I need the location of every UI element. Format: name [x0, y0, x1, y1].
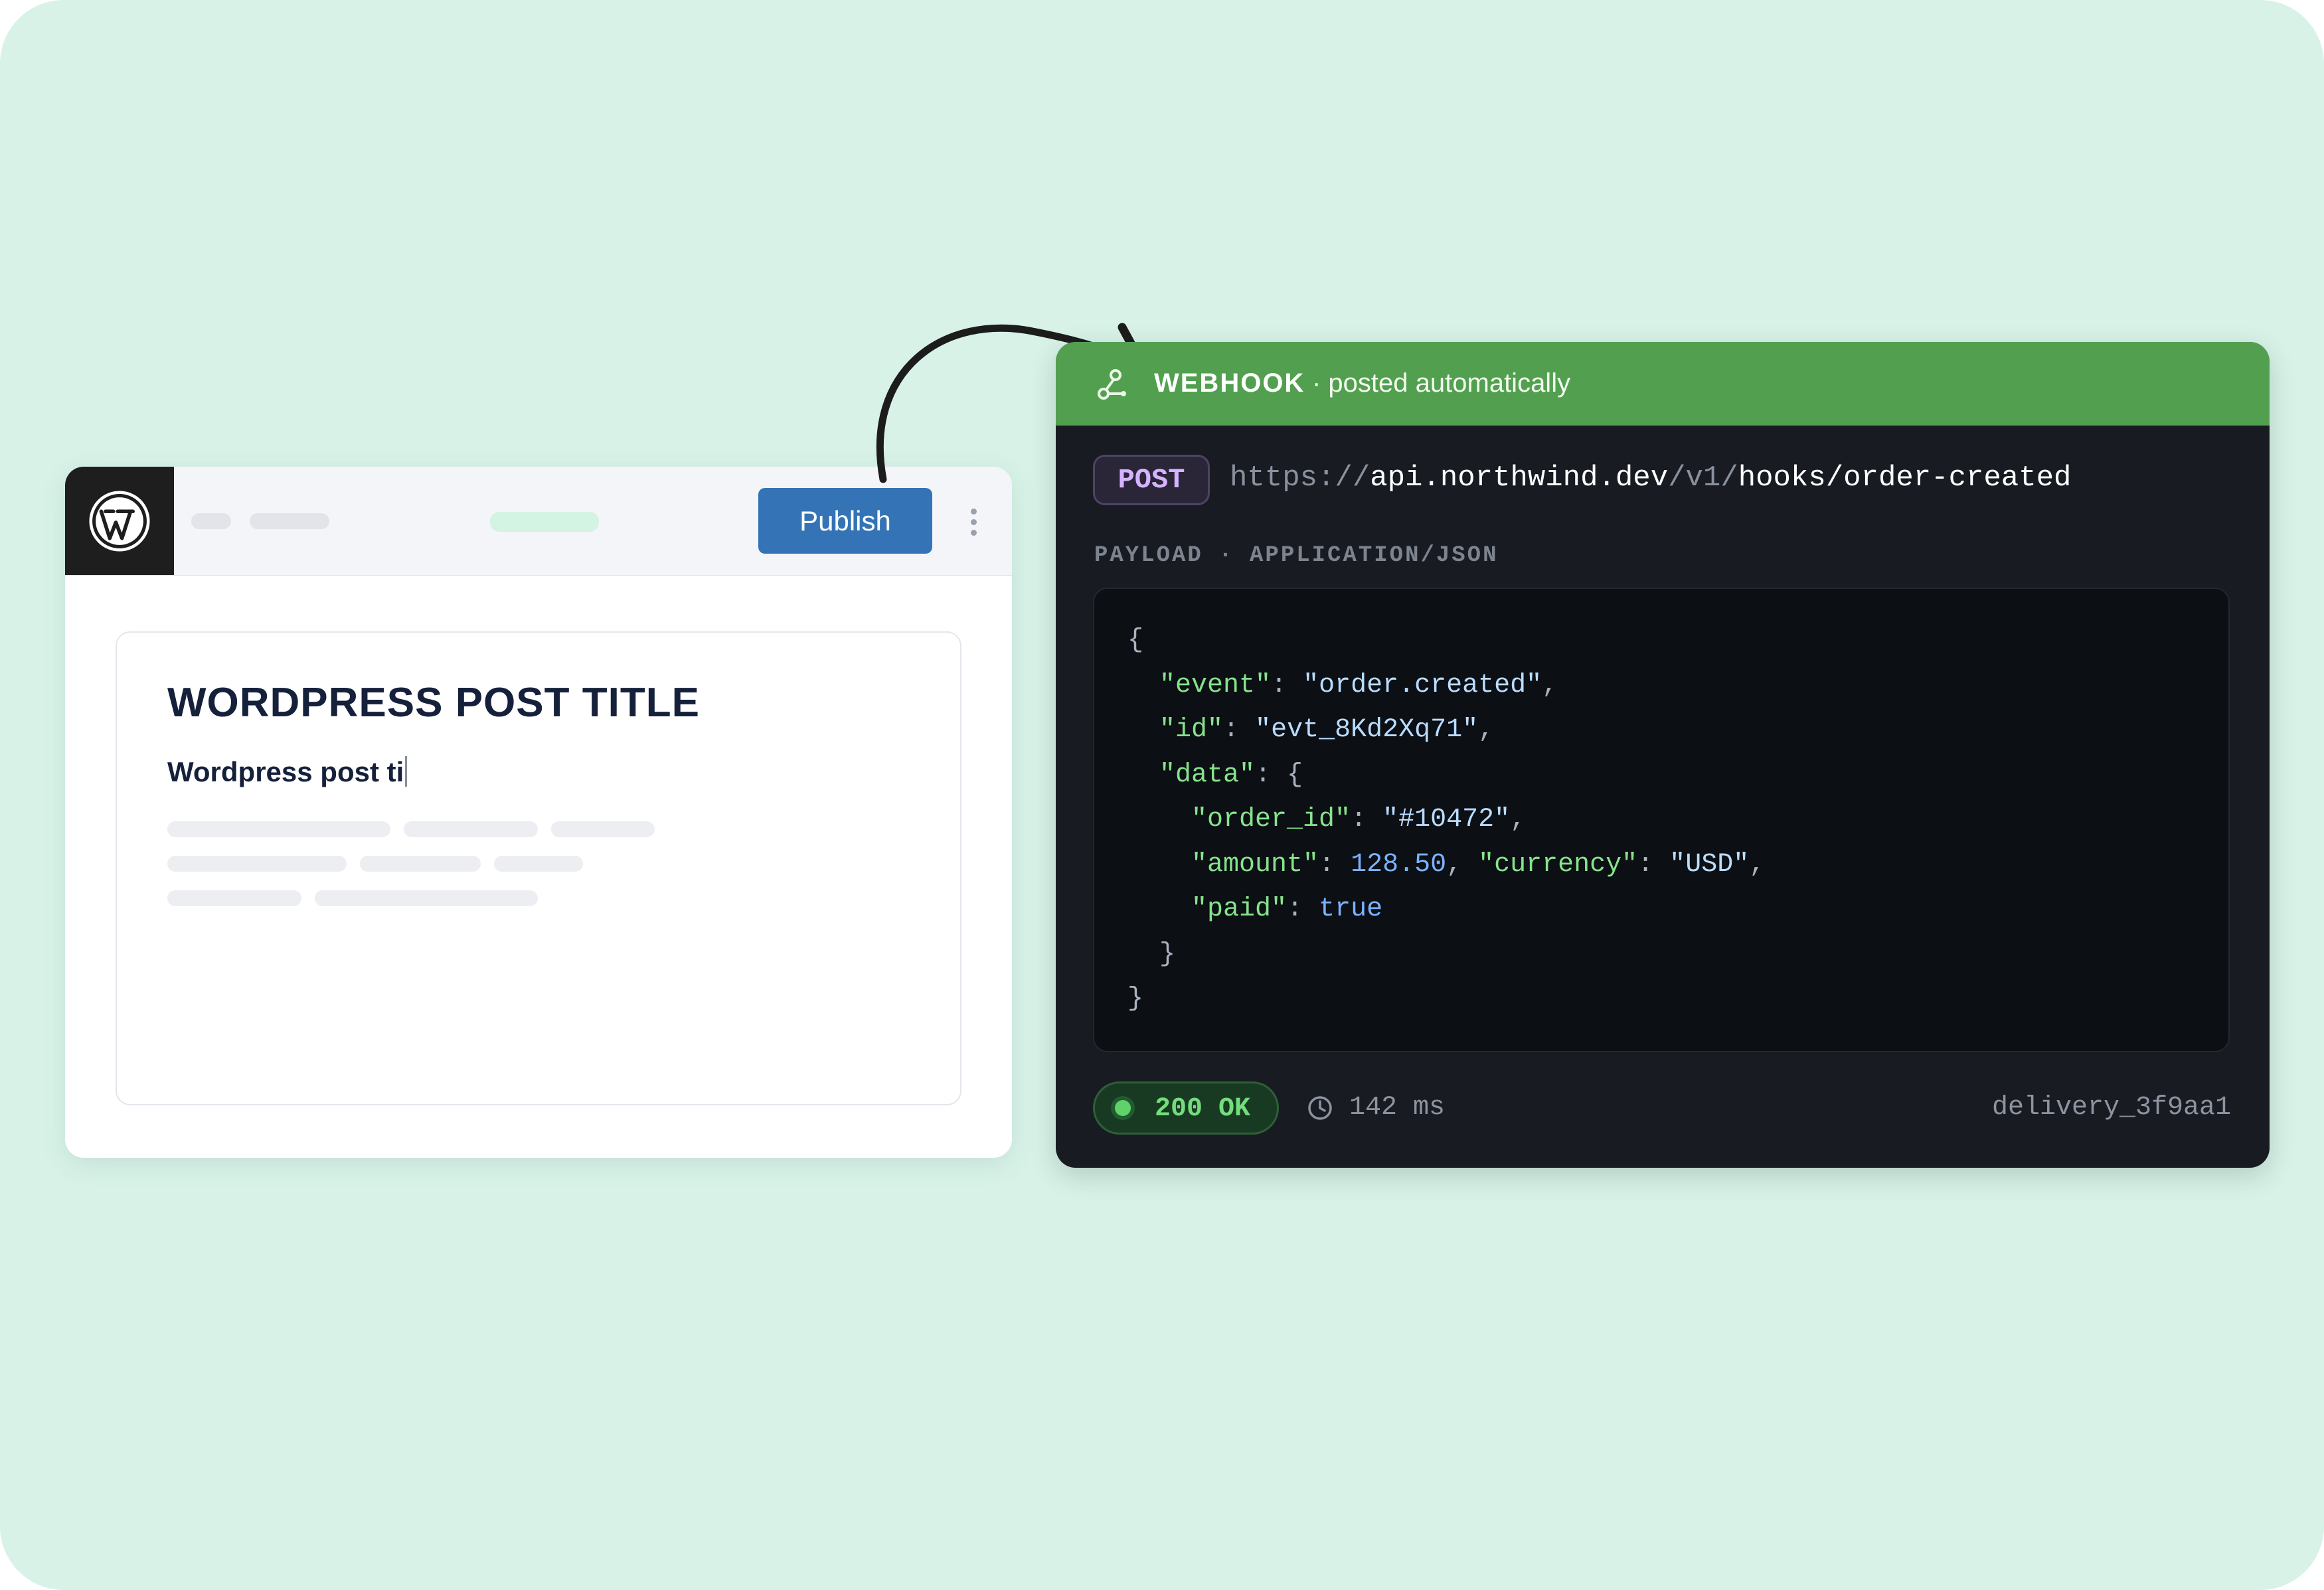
more-options-button[interactable]: [955, 503, 992, 540]
http-method-badge: POST: [1093, 455, 1210, 505]
status-badge: 200 OK: [1093, 1081, 1279, 1135]
webhook-subtitle: · posted automatically: [1312, 368, 1571, 398]
url-host: api.northwind.dev: [1370, 461, 1669, 495]
delivery-id[interactable]: delivery_3f9aa1: [1992, 1093, 2231, 1123]
payload-paid-value: true: [1319, 894, 1383, 924]
body-line-placeholder: [167, 856, 347, 872]
payload-code-block[interactable]: { "event": "order.created", "id": "evt_8…: [1093, 588, 2230, 1052]
webhook-card: WEBHOOK · posted automatically POST http…: [1056, 342, 2270, 1168]
payload-amount-value: 128.50: [1351, 849, 1447, 880]
payload-order-id-value: #10472: [1398, 805, 1495, 835]
body-line-placeholder: [167, 821, 390, 837]
body-line-placeholder: [315, 890, 538, 906]
publish-button[interactable]: Publish: [758, 488, 932, 554]
body-line-placeholder: [551, 821, 655, 837]
toolbar-placeholder-status: [490, 512, 599, 532]
clock-icon: [1308, 1096, 1332, 1120]
webhook-url[interactable]: https://api.northwind.dev/v1/hooks/order…: [1230, 461, 2071, 495]
text-cursor: [405, 756, 408, 787]
post-subtitle-input[interactable]: Wordpress post ti: [167, 756, 408, 788]
wordpress-logo-block[interactable]: [65, 467, 174, 575]
payload-label: PAYLOAD · APPLICATION/JSON: [1094, 543, 1499, 568]
status-dot-icon: [1115, 1100, 1131, 1116]
webhook-header: WEBHOOK · posted automatically: [1056, 342, 2270, 426]
toolbar-placeholder-1: [191, 513, 231, 529]
wordpress-logo-icon: [89, 490, 150, 552]
post-editor-area[interactable]: WORDPRESS POST TITLE Wordpress post ti: [116, 631, 961, 1105]
webhook-label: WEBHOOK: [1154, 368, 1305, 398]
post-subtitle-text: Wordpress post ti: [167, 756, 404, 787]
wordpress-editor-card: Publish WORDPRESS POST TITLE Wordpress p…: [65, 467, 1012, 1158]
post-title[interactable]: WORDPRESS POST TITLE: [167, 679, 700, 726]
illustration-canvas: Publish WORDPRESS POST TITLE Wordpress p…: [0, 0, 2324, 1590]
payload-json: { "event": "order.created", "id": "evt_8…: [1127, 625, 1766, 1014]
payload-id-value: evt_8Kd2Xq71: [1271, 715, 1463, 745]
webhook-icon: [1098, 369, 1126, 400]
kebab-menu-icon: [970, 508, 977, 515]
url-path: hooks/order-created: [1738, 461, 2072, 495]
response-duration: 142 ms: [1349, 1093, 1446, 1123]
payload-currency-value: USD: [1685, 849, 1734, 880]
url-version: /v1/: [1668, 461, 1738, 495]
body-line-placeholder: [167, 890, 301, 906]
body-line-placeholder: [360, 856, 481, 872]
status-text: 200 OK: [1155, 1094, 1251, 1124]
body-line-placeholder: [494, 856, 583, 872]
payload-event-value: order.created: [1319, 670, 1527, 700]
toolbar-placeholder-2: [250, 513, 329, 529]
url-scheme: https://: [1230, 461, 1370, 495]
editor-toolbar: Publish: [65, 467, 1012, 576]
body-line-placeholder: [404, 821, 538, 837]
